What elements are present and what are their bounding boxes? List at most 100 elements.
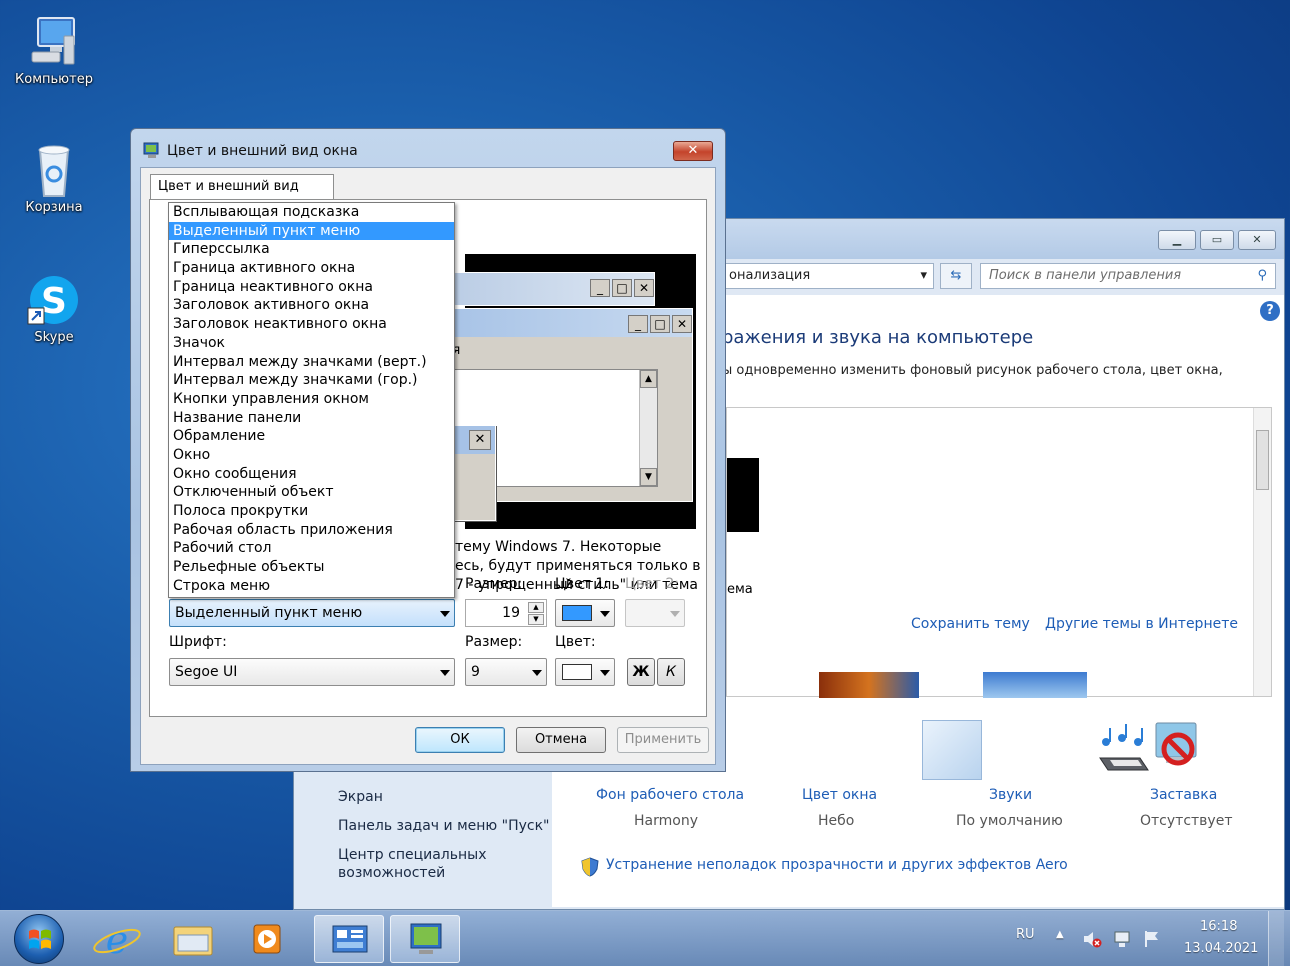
other-themes-link[interactable]: Другие темы в Интернете (1045, 616, 1238, 632)
element-list-item[interactable]: Гиперссылка (169, 240, 454, 259)
save-theme-link[interactable]: Сохранить тему (911, 616, 1030, 632)
element-list-item[interactable]: Кнопки управления окном (169, 390, 454, 409)
element-list-item[interactable]: Название панели (169, 409, 454, 428)
spin-up-icon[interactable]: ▲ (528, 602, 544, 613)
taskbar-media-player[interactable] (236, 915, 298, 963)
taskbar-internet-explorer[interactable]: e (86, 915, 148, 963)
tab-window-color[interactable]: Цвет и внешний вид окна (150, 174, 334, 218)
dialog-close-button[interactable]: ✕ (673, 141, 713, 161)
clock-time[interactable]: 16:18 (1200, 919, 1237, 934)
sidebar-link-accessibility-2[interactable]: возможностей (338, 865, 445, 881)
search-input[interactable]: Поиск в панели управления ⚲ (980, 263, 1276, 289)
element-list-item[interactable]: Рабочая область приложения (169, 521, 454, 540)
color2-picker[interactable] (625, 599, 685, 627)
element-list-item[interactable]: Заголовок неактивного окна (169, 315, 454, 334)
font-color-swatch (562, 664, 592, 680)
element-list-item[interactable]: Выделенный пункт меню (169, 221, 454, 241)
sounds-value: По умолчанию (956, 813, 1063, 829)
element-list-item[interactable]: Рельефные объекты (169, 558, 454, 577)
element-list-item[interactable]: Граница неактивного окна (169, 278, 454, 297)
italic-button[interactable]: К (657, 658, 685, 686)
sidebar-link-screen[interactable]: Экран (338, 789, 383, 805)
no-screensaver-icon[interactable] (1148, 719, 1208, 779)
element-list-item[interactable]: Интервал между значками (гор.) (169, 371, 454, 390)
theme-thumbnail[interactable] (819, 672, 919, 698)
font-select[interactable]: Segoe UI (169, 658, 455, 686)
desktop-background-link[interactable]: Фон рабочего стола (596, 787, 744, 803)
close-button[interactable]: ✕ (1238, 230, 1276, 250)
help-icon[interactable]: ? (1260, 301, 1280, 321)
preview-scrollbar: ▲ ▼ (639, 370, 657, 486)
ok-button[interactable]: ОК (415, 727, 505, 753)
chevron-down-icon (440, 670, 450, 676)
element-list-item[interactable]: Всплывающая подсказка (169, 203, 454, 222)
volume-muted-icon[interactable] (1082, 929, 1102, 949)
themes-scrollbar[interactable] (1253, 408, 1271, 696)
tray-expand-icon[interactable]: ▲ (1056, 929, 1064, 940)
sidebar-link-accessibility[interactable]: Центр специальных (338, 847, 487, 863)
desktop-icon-computer[interactable]: Компьютер (6, 14, 102, 87)
element-dropdown-list[interactable]: Всплывающая подсказка Выделенный пункт ме… (168, 202, 455, 598)
window-color-app-icon (410, 923, 442, 954)
cancel-button[interactable]: Отмена (516, 727, 606, 753)
maximize-button[interactable]: ▭ (1200, 230, 1234, 250)
window-color-swatch[interactable] (922, 720, 982, 780)
element-select[interactable]: Выделенный пункт меню (169, 599, 455, 627)
window-color-dialog[interactable]: Цвет и внешний вид окна ✕ Цвет и внешний… (130, 128, 726, 772)
sidebar-link-taskbar[interactable]: Панель задач и меню "Пуск" (338, 818, 549, 834)
taskbar-window-color[interactable] (390, 915, 460, 963)
apply-button[interactable]: Применить (617, 727, 709, 753)
start-button[interactable] (14, 914, 64, 964)
theme-thumbnail[interactable] (983, 672, 1087, 698)
show-desktop-button[interactable] (1268, 911, 1284, 966)
element-list-item[interactable]: Заголовок активного окна (169, 296, 454, 315)
network-icon[interactable] (1112, 929, 1132, 949)
address-bar[interactable]: онализация ▾ (714, 263, 934, 289)
sounds-link[interactable]: Звуки (989, 787, 1032, 803)
font-label: Шрифт: (169, 634, 227, 650)
element-list-item[interactable]: Интервал между значками (верт.) (169, 353, 454, 372)
color1-picker[interactable] (555, 599, 615, 627)
chevron-down-icon (670, 611, 680, 617)
chevron-down-icon (600, 611, 610, 617)
window-color-link[interactable]: Цвет окна (802, 787, 877, 803)
element-list-item[interactable]: Окно (169, 446, 454, 465)
clock-date[interactable]: 13.04.2021 (1184, 941, 1258, 956)
chevron-down-icon[interactable]: ▾ (920, 264, 927, 288)
element-list-item[interactable]: Значок (169, 334, 454, 353)
themes-box[interactable]: ема Сохранить тему Другие темы в Интерне… (726, 407, 1272, 698)
close-icon: ✕ (469, 430, 491, 450)
element-list-item[interactable]: Полоса прокрутки (169, 502, 454, 521)
chevron-down-icon (532, 670, 542, 676)
element-list-item[interactable]: Рабочий стол (169, 539, 454, 558)
screensaver-link[interactable]: Заставка (1150, 787, 1217, 803)
element-list-item[interactable]: Окно сообщения (169, 465, 454, 484)
taskbar-control-panel[interactable] (314, 915, 384, 963)
element-list-item[interactable]: Граница активного окна (169, 259, 454, 278)
refresh-button[interactable]: ⇆ (940, 263, 972, 289)
preview-inactive-window: _ □ ✕ (435, 272, 655, 306)
element-list-item[interactable]: Строка меню (169, 577, 454, 596)
taskbar: e RU ▲ 16:18 13.04.2021 (0, 910, 1290, 966)
theme-preview-thumb[interactable] (727, 458, 759, 532)
sounds-icon[interactable] (1092, 720, 1152, 780)
desktop-icon-recycle-bin[interactable]: Корзина (6, 142, 102, 215)
desktop-icon-skype[interactable]: S Skype (6, 272, 102, 345)
taskbar-explorer[interactable] (162, 915, 224, 963)
element-list-item[interactable]: Обрамление (169, 427, 454, 446)
font-select-value: Segoe UI (175, 664, 238, 680)
action-center-flag-icon[interactable] (1142, 929, 1162, 949)
element-list-item[interactable]: Отключенный объект (169, 483, 454, 502)
spin-down-icon[interactable]: ▼ (528, 614, 544, 625)
font-color-picker[interactable] (555, 658, 615, 686)
scroll-thumb[interactable] (1256, 430, 1269, 490)
font-size-select[interactable]: 9 (465, 658, 547, 686)
theme-text: ема (727, 582, 753, 597)
color2-label: Цвет 2: (625, 576, 679, 592)
aero-troubleshoot-link[interactable]: Устранение неполадок прозрачности и друг… (606, 857, 1068, 873)
minimize-button[interactable]: ▁ (1158, 230, 1196, 250)
bold-button[interactable]: Ж (627, 658, 655, 686)
language-indicator[interactable]: RU (1016, 927, 1035, 942)
search-placeholder: Поиск в панели управления (989, 268, 1182, 283)
size-spinner[interactable]: 19 ▲ ▼ (465, 599, 547, 627)
